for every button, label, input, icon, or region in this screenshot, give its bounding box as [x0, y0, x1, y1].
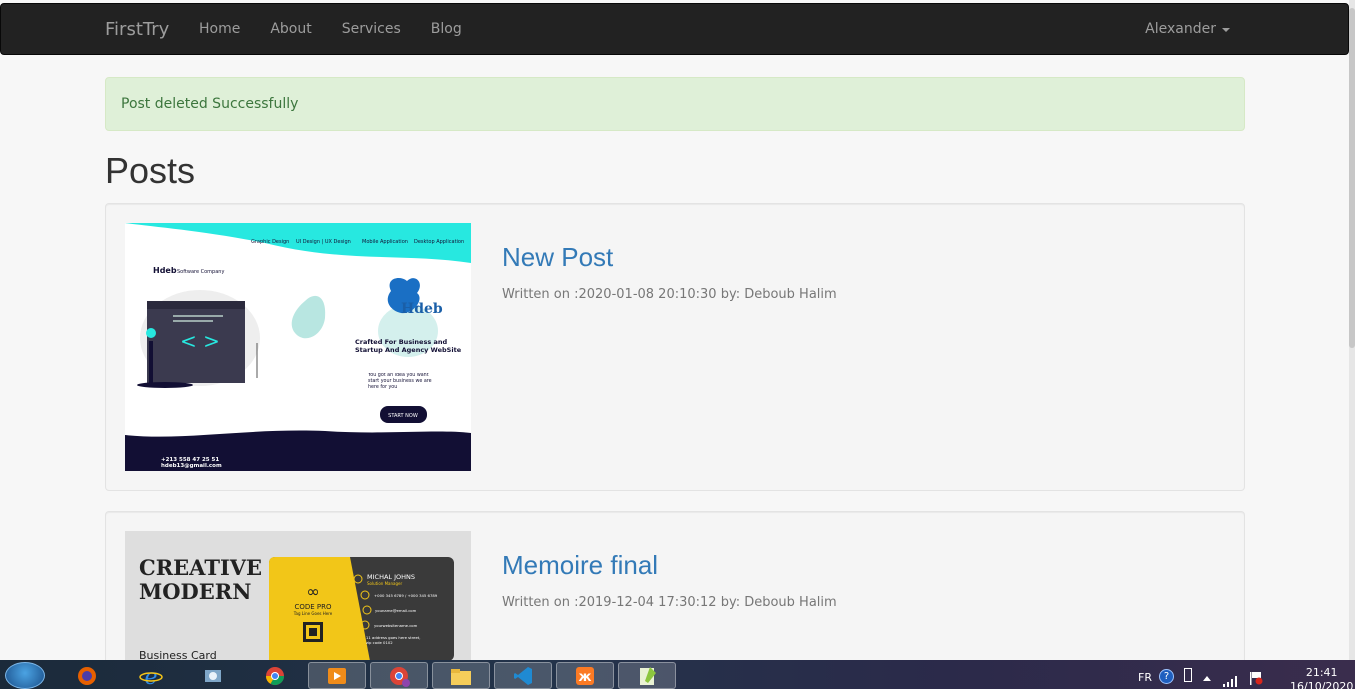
thumb-nav-2: UI Design | UX Design — [296, 239, 351, 245]
top-navbar: FirstTry Home About Services Blog Alexan… — [0, 3, 1349, 55]
language-indicator[interactable]: FR — [1138, 671, 1152, 684]
post-title-link[interactable]: Memoire final — [502, 550, 658, 581]
thumb-subtext: You got an idea you want start your busi… — [368, 373, 432, 390]
scrollbar-thumb[interactable] — [1349, 8, 1355, 348]
window-switch-icon[interactable] — [1184, 668, 1192, 682]
nav-link-services[interactable]: Services — [342, 21, 401, 37]
post-thumbnail[interactable]: CREATIVE MODERN Business Card ∞ CODE PRO… — [125, 531, 471, 661]
brand-link[interactable]: FirstTry — [105, 19, 169, 40]
nav-link-blog[interactable]: Blog — [431, 21, 462, 37]
action-center-flag-icon[interactable] — [1249, 670, 1263, 685]
thumb-logo: CODE PRO — [294, 603, 332, 611]
user-name: Alexander — [1145, 21, 1216, 37]
alert-message: Post deleted Successfully — [121, 96, 299, 112]
svg-text:< >: < > — [180, 329, 220, 353]
page-title: Posts — [105, 150, 196, 191]
caret-down-icon — [1222, 28, 1230, 32]
notepad-plus-plus-icon[interactable] — [618, 662, 676, 689]
file-explorer-icon[interactable] — [432, 662, 490, 689]
post-card: CREATIVE MODERN Business Card ∞ CODE PRO… — [105, 511, 1245, 681]
firefox-icon[interactable] — [58, 662, 116, 689]
post-meta: Written on :2020-01-08 20:10:30 by: Debo… — [502, 287, 837, 302]
thumb-web: yourwebsitename.com — [374, 623, 418, 628]
thumb-email: youname@email.com — [375, 608, 417, 613]
success-alert: Post deleted Successfully — [105, 77, 1245, 131]
clock-date: 16/10/2020 — [1290, 680, 1354, 689]
thumb-nav-4: Desktop Application — [414, 239, 464, 245]
nav-link-home[interactable]: Home — [199, 21, 240, 37]
post-card: Graphic Design UI Design | UX Design Mob… — [105, 203, 1245, 491]
thumb-address: 11 address goes here street, zip code 01… — [366, 635, 421, 645]
help-icon[interactable]: ? — [1159, 669, 1174, 684]
page-scrollbar[interactable] — [1349, 0, 1355, 660]
xampp-icon[interactable]: ж — [556, 662, 614, 689]
thumb-tagline: Tag Line Goes Here — [293, 611, 333, 616]
svg-text:∞: ∞ — [306, 582, 319, 601]
post-thumbnail[interactable]: Graphic Design UI Design | UX Design Mob… — [125, 223, 471, 471]
thumb-brand-small: Hdeb — [153, 266, 177, 275]
thumb-role: Solution Manager — [367, 581, 402, 586]
start-button[interactable] — [5, 662, 45, 689]
thumb-headline: Crafted For Business and Startup And Age… — [355, 338, 462, 354]
svg-text:e: e — [144, 665, 157, 687]
show-hidden-icons-icon[interactable] — [1203, 676, 1211, 681]
nav-links: Home About Services Blog — [199, 21, 492, 37]
vscode-icon[interactable] — [494, 662, 552, 689]
chrome-profile-icon[interactable] — [370, 662, 428, 689]
post-title-link[interactable]: New Post — [502, 242, 613, 273]
thumb-headline-1: CREATIVE — [139, 555, 262, 580]
media-player-icon[interactable] — [308, 662, 366, 689]
network-signal-icon[interactable] — [1222, 672, 1238, 687]
chrome-icon[interactable] — [246, 662, 304, 689]
thumb-cta-label: START NOW — [388, 413, 418, 419]
thumb-phone: +000 345 6789 / +000 345 6789 — [374, 593, 438, 598]
thumb-nav-1: Graphic Design — [251, 239, 289, 245]
thumb-brand-suffix: Software Company — [177, 269, 224, 275]
thumb-name: MICHAL JOHNS — [367, 573, 415, 581]
system-clock[interactable]: 21:41 16/10/2020 — [1290, 666, 1353, 689]
user-dropdown[interactable]: Alexander — [1145, 21, 1230, 37]
svg-text:ж: ж — [579, 670, 592, 685]
network-tool-icon[interactable] — [184, 662, 242, 689]
nav-link-about[interactable]: About — [270, 21, 311, 37]
post-meta: Written on :2019-12-04 17:30:12 by: Debo… — [502, 595, 837, 610]
thumb-logo-text: Hdeb — [401, 301, 443, 317]
thumb-email: hdeb13@gmail.com — [161, 463, 222, 469]
internet-explorer-icon[interactable]: e — [122, 662, 180, 689]
thumb-headline-2: MODERN — [139, 579, 251, 604]
clock-time: 21:41 — [1305, 666, 1338, 679]
thumb-nav-3: Mobile Application — [362, 239, 408, 245]
